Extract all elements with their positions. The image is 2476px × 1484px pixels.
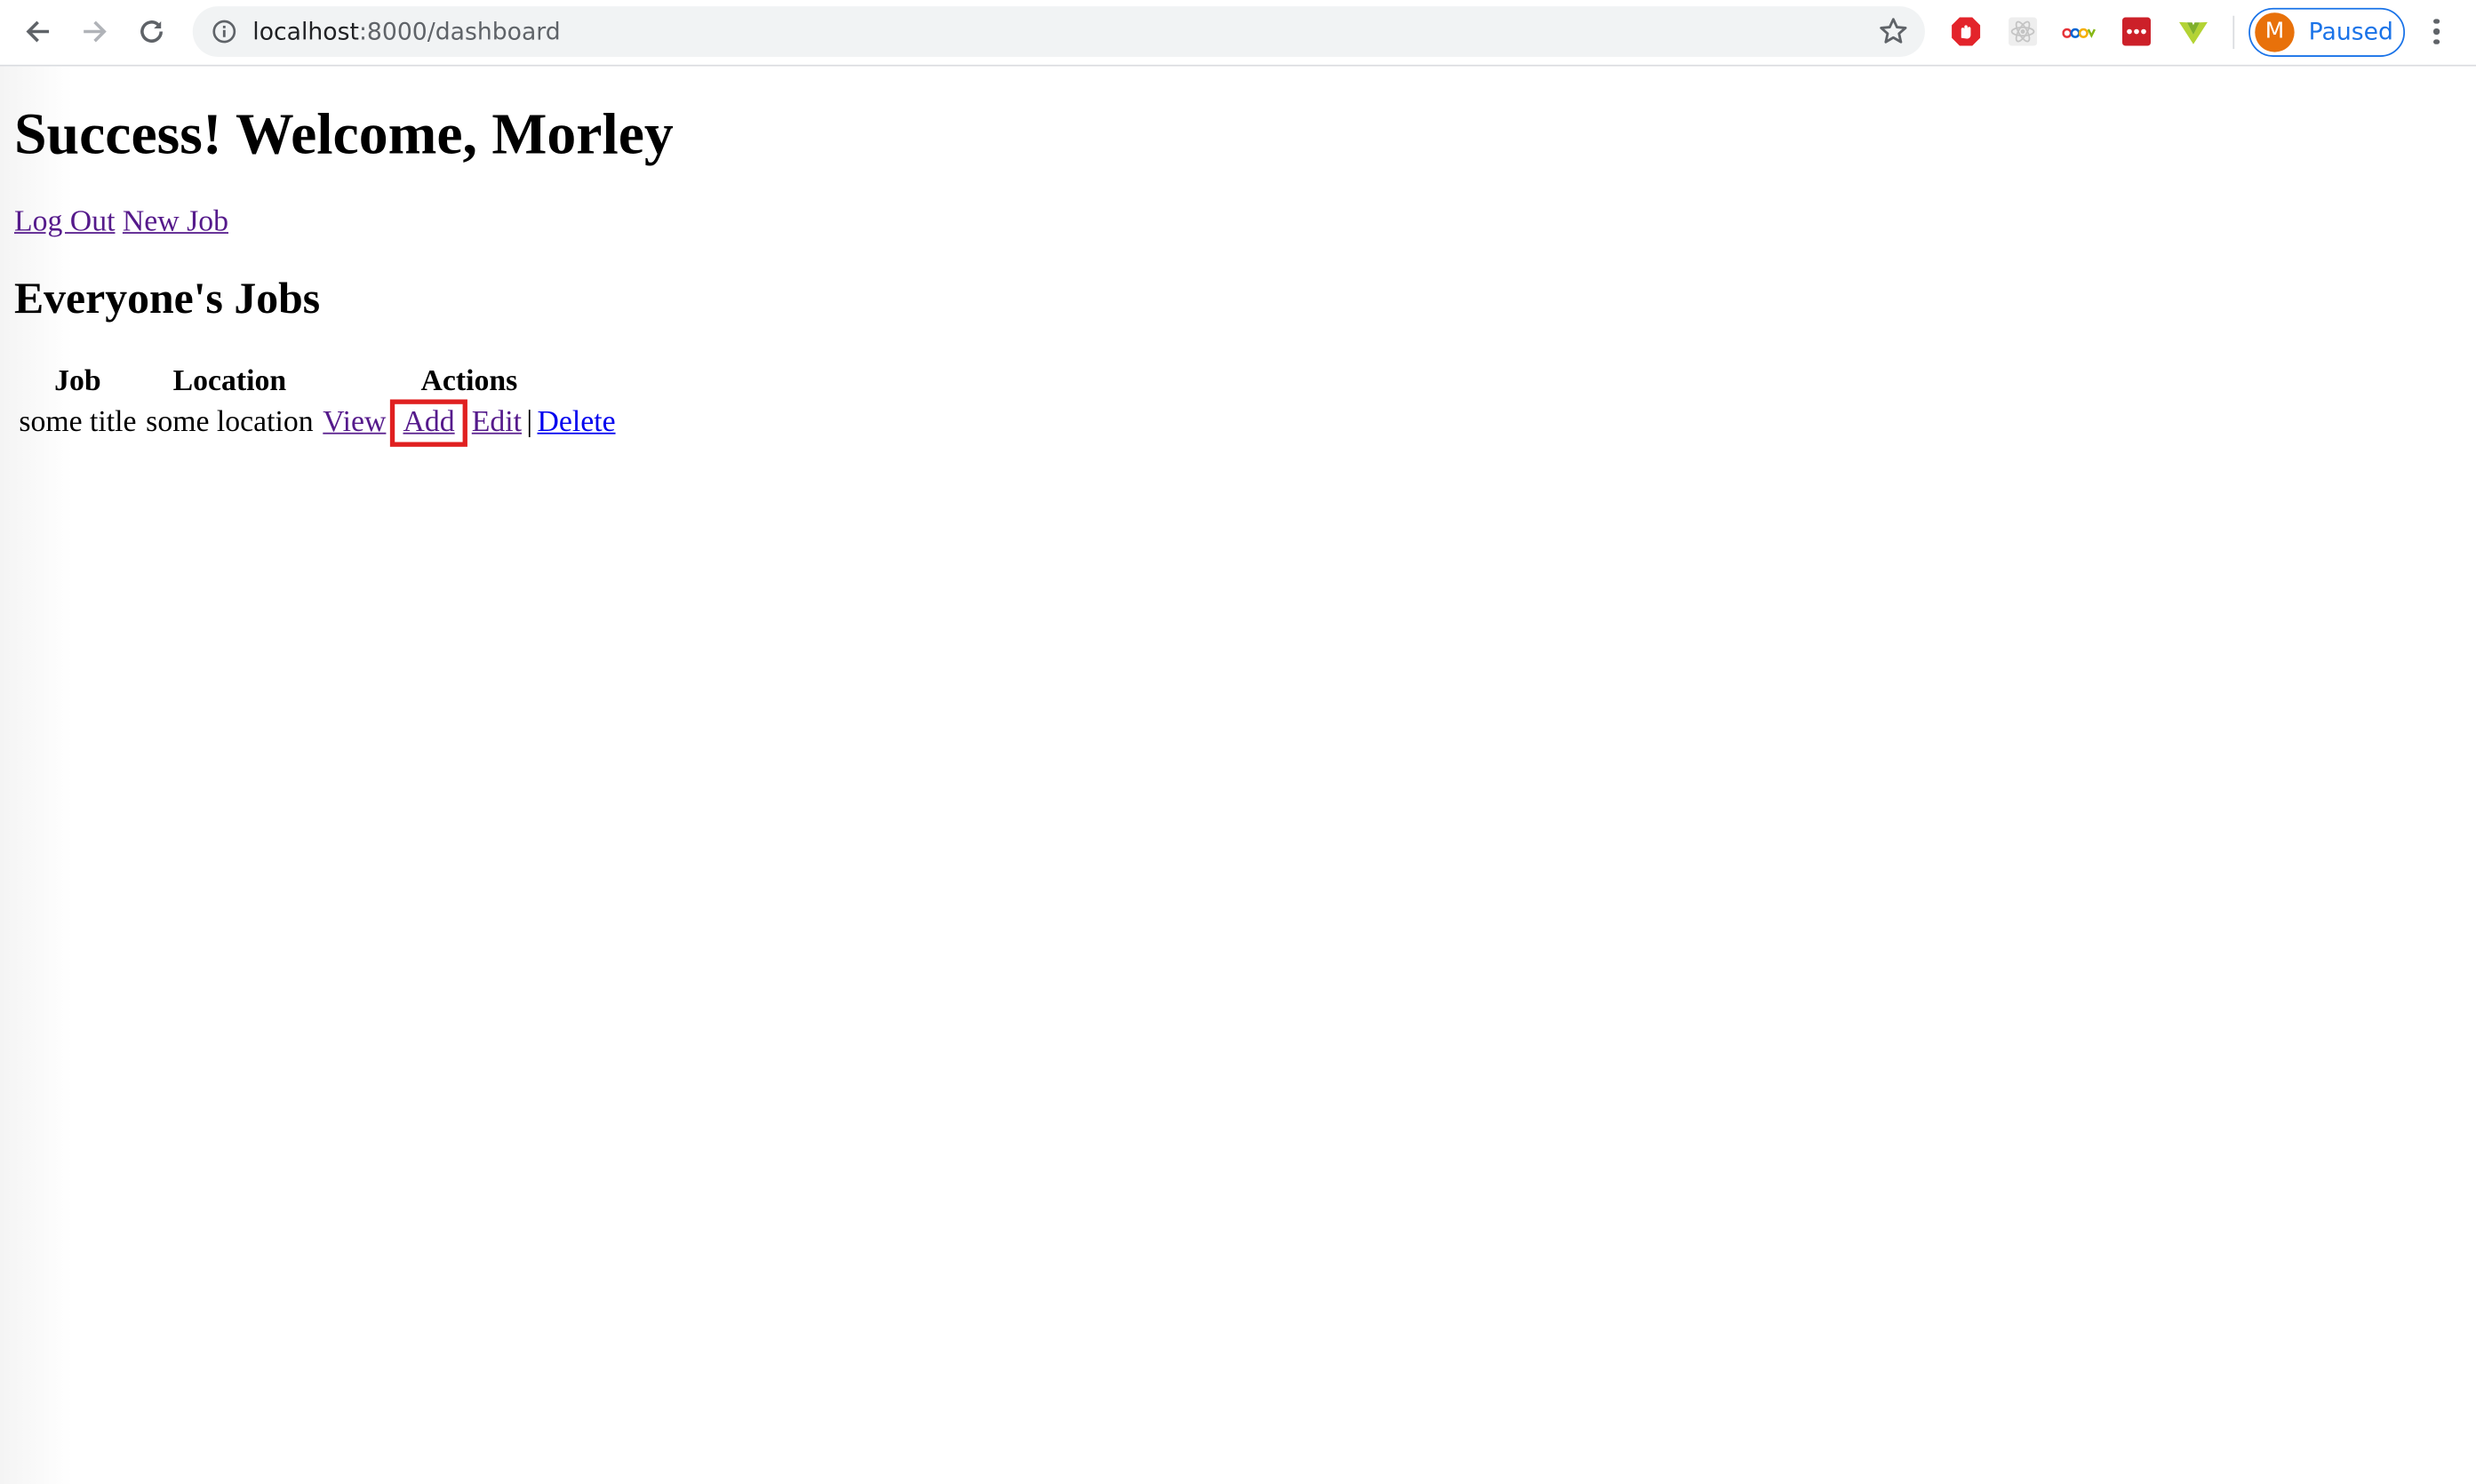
url-path: :8000/dashboard — [358, 17, 561, 46]
action-separator: | — [526, 405, 533, 439]
edit-link[interactable]: Edit — [472, 406, 522, 439]
url-text[interactable]: localhost:8000/dashboard — [252, 6, 560, 57]
react-devtools-extension-button[interactable] — [2007, 16, 2039, 48]
add-link-highlight: Add — [390, 399, 467, 447]
avatar: M — [2255, 12, 2295, 52]
logout-link[interactable]: Log Out — [14, 205, 115, 238]
section-title: Everyone's Jobs — [13, 275, 321, 324]
site-info-icon[interactable] — [212, 19, 236, 44]
vue-devtools-extension-button[interactable] — [2177, 16, 2209, 48]
forward-button[interactable] — [73, 10, 117, 54]
react-devtools-icon — [2009, 17, 2038, 46]
vue-devtools-icon — [2178, 21, 2208, 44]
lastpass-icon — [2122, 17, 2151, 46]
browser-toolbar: localhost:8000/dashboard M Paused — [0, 0, 2476, 67]
job-location-cell: some location — [146, 405, 314, 439]
url-host: localhost — [252, 17, 359, 46]
jobs-table: Job Location Actions some title some loc… — [12, 360, 621, 447]
browser-menu-button[interactable] — [2421, 14, 2453, 49]
profile-status-label: Paused — [2308, 17, 2393, 46]
top-nav-links: Log Out New Job — [14, 205, 228, 240]
ebay-icon — [2062, 28, 2097, 38]
page-title: Success! Welcome, Morley — [13, 102, 674, 168]
delete-link[interactable]: Delete — [537, 406, 615, 439]
profile-button[interactable]: M Paused — [2248, 7, 2406, 57]
adblock-icon — [1952, 17, 1981, 46]
back-button[interactable] — [16, 10, 60, 54]
job-actions-cell: View Add Edit | Delete — [320, 399, 619, 447]
adblock-extension-button[interactable] — [1950, 16, 1982, 48]
forward-arrow-icon — [84, 20, 107, 43]
reload-button[interactable] — [130, 10, 174, 54]
address-bar[interactable]: localhost:8000/dashboard — [192, 6, 1925, 57]
kebab-menu-icon — [2433, 18, 2440, 25]
bookmark-star-icon[interactable] — [1878, 16, 1910, 48]
lastpass-extension-button[interactable] — [2121, 16, 2153, 48]
table-header-row: Job Location Actions — [16, 363, 619, 402]
new-job-link[interactable]: New Job — [123, 205, 228, 238]
header-location: Location — [172, 364, 287, 398]
back-arrow-icon — [26, 20, 50, 43]
add-link[interactable]: Add — [403, 406, 454, 439]
job-title-cell: some title — [19, 405, 137, 439]
reload-icon — [140, 20, 164, 43]
header-job: Job — [54, 364, 101, 398]
table-row: some title some location View Add Edit | D… — [16, 399, 619, 447]
header-actions: Actions — [420, 364, 518, 398]
toolbar-divider — [2232, 15, 2235, 50]
view-link[interactable]: View — [323, 406, 386, 439]
page-content: Success! Welcome, Morley Log Out New Job… — [0, 66, 2476, 1484]
ebay-extension-button[interactable] — [2062, 16, 2097, 48]
